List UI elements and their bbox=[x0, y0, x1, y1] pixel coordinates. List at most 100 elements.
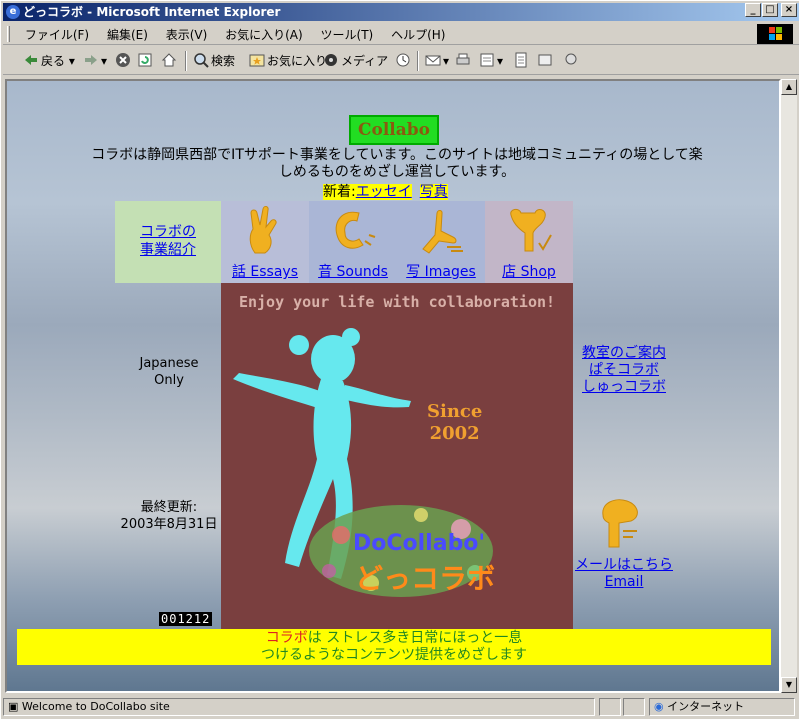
language-note: Japanese Only bbox=[117, 355, 221, 389]
search-label: 検索 bbox=[211, 54, 236, 68]
media-icon bbox=[323, 52, 339, 68]
status-message-pane: ▣ Welcome to DoCollabo site bbox=[3, 698, 595, 716]
status-bar: ▣ Welcome to DoCollabo site ◉ インターネット bbox=[3, 696, 799, 718]
refresh-icon bbox=[137, 52, 153, 68]
messenger-button[interactable] bbox=[563, 51, 581, 71]
nav-sounds-cell[interactable]: 音 Sounds bbox=[309, 201, 397, 283]
forward-arrow-icon bbox=[83, 52, 99, 68]
updated-label: 最終更新: bbox=[140, 500, 198, 515]
minimize-button[interactable]: _ bbox=[745, 3, 761, 17]
history-button[interactable] bbox=[395, 51, 413, 71]
vertical-scrollbar[interactable]: ▲ ▼ bbox=[781, 79, 797, 693]
zone-pane: ◉ インターネット bbox=[649, 698, 795, 716]
menu-help[interactable]: ヘルプ(H) bbox=[384, 23, 452, 46]
updated-date: 2003年8月31日 bbox=[120, 517, 218, 532]
title-bar: e どっコラボ - Microsoft Internet Explorer bbox=[3, 3, 799, 21]
maximize-button[interactable]: □ bbox=[762, 3, 778, 17]
close-button[interactable]: × bbox=[781, 3, 797, 17]
search-button[interactable]: 検索 bbox=[193, 51, 235, 71]
print-button[interactable] bbox=[455, 51, 473, 71]
forward-button[interactable]: ▾ bbox=[83, 51, 107, 71]
news-link-essay[interactable]: エッセイ bbox=[356, 184, 412, 200]
menu-favorites[interactable]: お気に入り(A) bbox=[218, 23, 310, 46]
status-message: Welcome to DoCollabo site bbox=[21, 700, 170, 713]
edit-button[interactable]: ▾ bbox=[479, 51, 503, 71]
nav-essays-link[interactable]: 話 Essays bbox=[232, 264, 298, 280]
nav-images-cell[interactable]: 写 Images bbox=[397, 201, 485, 283]
brand-japanese: どっコラボ bbox=[355, 562, 496, 595]
media-label: メディア bbox=[341, 54, 389, 68]
edit-page-icon bbox=[479, 52, 495, 68]
toolbar-separator bbox=[417, 51, 419, 71]
page-viewport: Collabo コラボは静岡県西部でITサポート事業をしています。このサイトは地… bbox=[5, 79, 781, 693]
brand-latin: DoCollabo' bbox=[353, 531, 486, 556]
printer-icon bbox=[455, 52, 471, 68]
access-counter: 001212 bbox=[159, 612, 213, 626]
windows-logo-icon bbox=[757, 24, 793, 44]
zone-label: インターネット bbox=[667, 700, 745, 713]
nav-images-link[interactable]: 写 Images bbox=[406, 264, 476, 280]
banner-brand: コラボ bbox=[265, 630, 308, 646]
stop-button[interactable] bbox=[115, 51, 133, 71]
browser-window: e どっコラボ - Microsoft Internet Explorer _ … bbox=[0, 0, 800, 720]
classes-guide-link[interactable]: 教室のご案内 bbox=[582, 345, 666, 361]
classes-links: 教室のご案内 ぱそコラボ しゅっコラボ bbox=[567, 345, 681, 396]
menu-view[interactable]: 表示(V) bbox=[159, 23, 215, 46]
refresh-button[interactable] bbox=[137, 51, 155, 71]
scroll-up-button[interactable]: ▲ bbox=[781, 79, 797, 95]
last-updated: 最終更新: 2003年8月31日 bbox=[117, 499, 221, 533]
favorites-star-icon bbox=[249, 52, 265, 68]
mail-hand-icon bbox=[602, 499, 638, 548]
mail-icon bbox=[425, 52, 441, 68]
research-button[interactable] bbox=[537, 51, 555, 71]
nav-essays-cell[interactable]: 話 Essays bbox=[221, 201, 309, 283]
mail-link[interactable]: メールはこちら bbox=[575, 557, 673, 573]
ear-icon bbox=[335, 211, 376, 249]
stop-icon bbox=[115, 52, 131, 68]
nav-sounds-link[interactable]: 音 Sounds bbox=[318, 264, 388, 280]
back-button[interactable]: 戻る ▾ bbox=[23, 51, 75, 71]
research-icon bbox=[537, 52, 553, 68]
since-year: 2002 bbox=[429, 423, 480, 444]
menu-bar: ファイル(F) 編集(E) 表示(V) お気に入り(A) ツール(T) ヘルプ(… bbox=[3, 23, 799, 45]
media-button[interactable]: メディア bbox=[323, 51, 388, 71]
shucollabo-link[interactable]: しゅっコラボ bbox=[582, 379, 666, 395]
back-label: 戻る bbox=[41, 54, 66, 68]
pasocollabo-link[interactable]: ぱそコラボ bbox=[589, 362, 659, 378]
home-button[interactable] bbox=[161, 51, 179, 71]
since-text: Since bbox=[427, 401, 483, 422]
discuss-button[interactable] bbox=[513, 51, 531, 71]
email-link[interactable]: Email bbox=[605, 574, 644, 590]
status-pane-empty bbox=[599, 698, 621, 716]
nav-intro-cell[interactable]: コラボの 事業紹介 bbox=[115, 201, 221, 283]
toolbar: 戻る ▾ ▾ 検索 お気に入り メディア ▾ ▾ bbox=[3, 47, 799, 75]
page-status-icon: ▣ bbox=[8, 700, 22, 713]
nav-shop-cell[interactable]: 店 Shop bbox=[485, 201, 573, 283]
menu-file[interactable]: ファイル(F) bbox=[18, 23, 96, 46]
menu-edit[interactable]: 編集(E) bbox=[100, 23, 155, 46]
intro-text: コラボは静岡県西部でITサポート事業をしています。このサイトは地域コミュニティの… bbox=[91, 147, 703, 180]
collabo-logo: Collabo bbox=[349, 115, 439, 145]
news-link-photo[interactable]: 写真 bbox=[420, 184, 448, 200]
menu-grip bbox=[7, 26, 10, 42]
nav-intro-link-line2[interactable]: 事業紹介 bbox=[140, 242, 196, 258]
search-icon bbox=[193, 52, 209, 68]
menu-tools[interactable]: ツール(T) bbox=[314, 23, 381, 46]
since-label: Since 2002 bbox=[427, 401, 482, 445]
language-line2: Only bbox=[154, 373, 184, 388]
language-line1: Japanese bbox=[139, 356, 199, 371]
hero-image: Enjoy your life with collaboration! Sinc… bbox=[221, 283, 573, 629]
favorites-label: お気に入り bbox=[267, 54, 328, 68]
nav-shop-link[interactable]: 店 Shop bbox=[502, 264, 556, 280]
hand-peace-icon bbox=[249, 206, 277, 254]
scroll-down-button[interactable]: ▼ bbox=[781, 677, 797, 693]
status-pane-empty bbox=[623, 698, 645, 716]
favorites-button[interactable]: お気に入り bbox=[249, 51, 327, 71]
mail-button[interactable]: ▾ bbox=[425, 51, 449, 71]
window-title: どっコラボ - Microsoft Internet Explorer bbox=[23, 5, 281, 19]
shop-figure-icon bbox=[510, 208, 552, 252]
messenger-icon bbox=[563, 52, 579, 68]
camera-hand-icon bbox=[422, 210, 463, 254]
nav-intro-link-line1[interactable]: コラボの bbox=[140, 224, 196, 240]
history-icon bbox=[395, 52, 411, 68]
